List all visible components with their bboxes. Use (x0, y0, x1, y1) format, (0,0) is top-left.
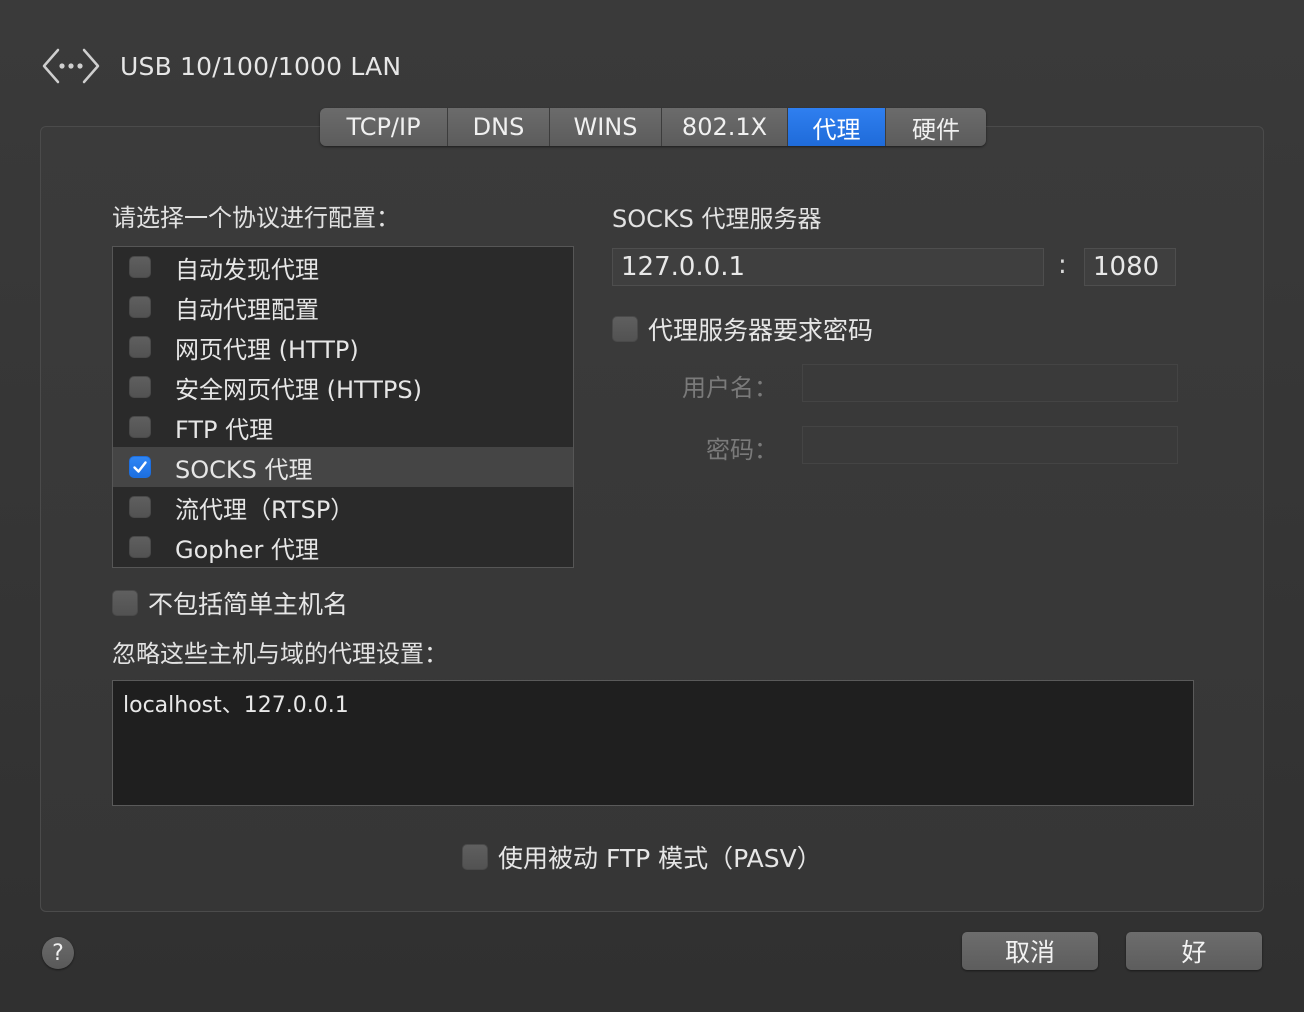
gopher-proxy-checkbox[interactable] (129, 536, 151, 558)
settings-tabs: TCP/IP DNS WINS 802.1X 代理 硬件 (320, 108, 986, 146)
ftp-proxy-checkbox[interactable] (129, 416, 151, 438)
list-item-label: 自动代理配置 (175, 295, 319, 324)
tab-hardware[interactable]: 硬件 (886, 108, 986, 146)
username-field[interactable] (802, 364, 1178, 402)
list-item-label: Gopher 代理 (175, 535, 319, 564)
tab-proxies[interactable]: 代理 (788, 108, 886, 146)
protocol-list: 自动发现代理 自动代理配置 网页代理 (HTTP) 安全网页代理 (HTTPS)… (112, 246, 574, 568)
passive-ftp[interactable]: 使用被动 FTP 模式（PASV） (462, 839, 822, 875)
require-password[interactable]: 代理服务器要求密码 (612, 311, 873, 347)
list-item-auto-config[interactable]: 自动代理配置 (113, 287, 573, 327)
auto-config-checkbox[interactable] (129, 296, 151, 318)
list-item-label: 自动发现代理 (175, 255, 319, 284)
list-item-gopher-proxy[interactable]: Gopher 代理 (113, 527, 573, 567)
password-label: 密码： (706, 436, 778, 464)
exclude-simple-hostnames-label: 不包括简单主机名 (148, 590, 349, 619)
socks-proxy-checkbox[interactable] (129, 456, 151, 478)
exclude-simple-hostnames-checkbox[interactable] (112, 590, 138, 616)
list-item-http-proxy[interactable]: 网页代理 (HTTP) (113, 327, 573, 367)
cancel-button[interactable]: 取消 (962, 932, 1098, 970)
https-proxy-checkbox[interactable] (129, 376, 151, 398)
tab-8021x[interactable]: 802.1X (662, 108, 788, 146)
help-button[interactable]: ? (42, 937, 74, 969)
username-label: 用户名： (682, 374, 778, 402)
protocol-list-heading: 请选择一个协议进行配置： (112, 204, 400, 232)
ok-button[interactable]: 好 (1126, 932, 1262, 970)
list-item-label: SOCKS 代理 (175, 455, 313, 484)
list-item-label: 安全网页代理 (HTTPS) (175, 375, 423, 404)
ethernet-arrows-icon (40, 42, 102, 90)
interface-title: USB 10/100/1000 LAN (120, 51, 402, 81)
network-proxy-sheet: USB 10/100/1000 LAN TCP/IP DNS WINS 802.… (0, 0, 1304, 1012)
list-item-socks-proxy[interactable]: SOCKS 代理 (113, 447, 573, 487)
tab-wins[interactable]: WINS (550, 108, 662, 146)
host-port-separator: : (1058, 250, 1067, 280)
tab-tcpip[interactable]: TCP/IP (320, 108, 448, 146)
list-item-ftp-proxy[interactable]: FTP 代理 (113, 407, 573, 447)
list-item-auto-discovery[interactable]: 自动发现代理 (113, 247, 573, 287)
server-heading: SOCKS 代理服务器 (612, 205, 822, 233)
proxy-host-field[interactable]: 127.0.0.1 (612, 248, 1044, 286)
list-item-label: 网页代理 (HTTP) (175, 335, 359, 364)
list-item-label: 流代理（RTSP） (175, 495, 355, 524)
exclude-simple-hostnames[interactable]: 不包括简单主机名 (112, 585, 348, 621)
rtsp-proxy-checkbox[interactable] (129, 496, 151, 518)
tab-dns[interactable]: DNS (448, 108, 550, 146)
password-field[interactable] (802, 426, 1178, 464)
passive-ftp-label: 使用被动 FTP 模式（PASV） (498, 844, 822, 873)
require-password-checkbox[interactable] (612, 316, 638, 342)
list-item-rtsp-proxy[interactable]: 流代理（RTSP） (113, 487, 573, 527)
bypass-hosts-textarea[interactable]: localhost、127.0.0.1 (112, 680, 1194, 806)
http-proxy-checkbox[interactable] (129, 336, 151, 358)
require-password-label: 代理服务器要求密码 (648, 316, 874, 345)
list-item-https-proxy[interactable]: 安全网页代理 (HTTPS) (113, 367, 573, 407)
passive-ftp-checkbox[interactable] (462, 844, 488, 870)
interface-header: USB 10/100/1000 LAN (40, 40, 401, 92)
auto-discovery-checkbox[interactable] (129, 256, 151, 278)
list-item-label: FTP 代理 (175, 415, 274, 444)
proxy-port-field[interactable]: 1080 (1084, 248, 1176, 286)
checkmark-icon (133, 461, 147, 473)
bypass-heading: 忽略这些主机与域的代理设置： (112, 640, 448, 668)
